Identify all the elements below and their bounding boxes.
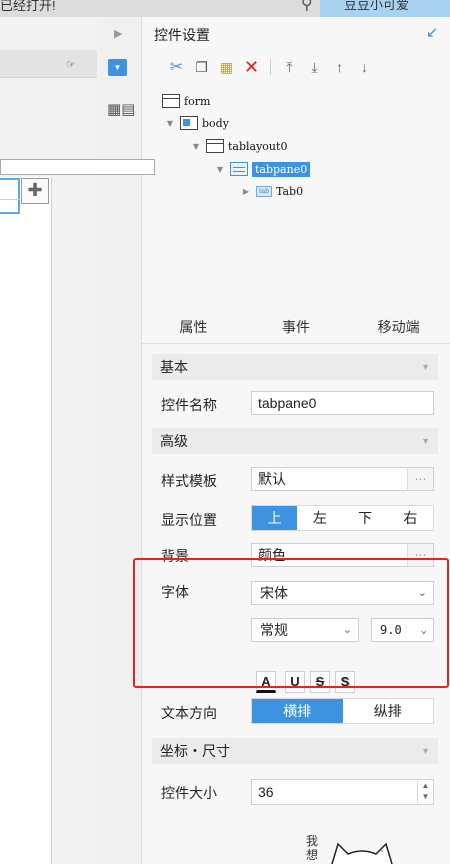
- toolbar-divider: [270, 59, 271, 75]
- stepper-arrows-icon[interactable]: ▲ ▼: [417, 780, 433, 804]
- user-button[interactable]: 豆豆小可爱: [320, 0, 450, 17]
- position-bottom-option[interactable]: 下: [343, 506, 388, 530]
- section-advanced[interactable]: 高级 ▼: [152, 428, 438, 454]
- search-icon[interactable]: ⚲: [301, 0, 313, 14]
- text-direction-label: 文本方向: [161, 705, 217, 721]
- flag-icon[interactable]: ☞: [66, 58, 76, 71]
- move-top-icon[interactable]: ⤒: [277, 59, 302, 76]
- add-tab-icon[interactable]: ✚: [21, 178, 49, 204]
- widget-size-spinner[interactable]: 36 ▲ ▼: [251, 779, 434, 805]
- tool-column: ▶ ▼ ▦▤: [97, 17, 142, 864]
- mascot-image: 我 想: [292, 832, 442, 864]
- section-basic[interactable]: 基本 ▼: [152, 354, 438, 380]
- expand-toggle-icon[interactable]: ▼: [214, 165, 226, 174]
- design-canvas: ☞ ✚: [0, 17, 155, 864]
- tab-events[interactable]: 事件: [245, 310, 348, 343]
- style-template-field[interactable]: 默认 ⋯: [251, 467, 434, 491]
- copy-icon[interactable]: ❐: [189, 59, 214, 76]
- paste-icon[interactable]: ▦: [214, 59, 239, 76]
- tree-node-tablayout[interactable]: ▼ tablayout0: [190, 136, 287, 156]
- tree-node-form[interactable]: form: [162, 91, 210, 111]
- mascot-text: 我 想: [306, 834, 319, 862]
- edit-toolbar: ✂ ❐ ▦ ✕ ⤒ ⤓ ↑ ↓: [164, 56, 377, 78]
- chevron-down-icon: ▼: [421, 746, 430, 756]
- collapse-icon[interactable]: ↙: [426, 23, 439, 41]
- tree-node-tab[interactable]: ▶ tab Tab0: [240, 181, 303, 201]
- position-right-option[interactable]: 右: [388, 506, 433, 530]
- move-up-icon[interactable]: ↑: [327, 59, 352, 75]
- canvas-header: [0, 50, 97, 78]
- cut-icon[interactable]: ✂: [164, 57, 189, 77]
- cell-divider: [0, 199, 20, 200]
- expand-toggle-icon[interactable]: ▼: [190, 142, 202, 151]
- position-top-option[interactable]: 上: [252, 506, 298, 530]
- tab-properties[interactable]: 属性: [142, 310, 245, 343]
- layout-icon[interactable]: ▦▤: [107, 100, 135, 120]
- widget-size-label: 控件大小: [161, 785, 217, 801]
- top-bar: 已经打开! ⚲ 豆豆小可爱: [0, 0, 450, 17]
- canvas-text-field[interactable]: [0, 159, 155, 175]
- tree-node-tabpane[interactable]: ▼ tabpane0: [214, 159, 311, 179]
- property-tabs: 属性 事件 移动端: [142, 310, 450, 344]
- settings-panel: 控件设置 ↙ ✂ ❐ ▦ ✕ ⤒ ⤓ ↑ ↓ form ▼ body ▼ tab…: [133, 17, 450, 864]
- display-position-label: 显示位置: [161, 512, 217, 528]
- widget-name-input[interactable]: tabpane0: [251, 391, 434, 415]
- widget-name-label: 控件名称: [161, 397, 217, 413]
- tab-cell[interactable]: [0, 178, 20, 214]
- open-status-text: 已经打开!: [0, 0, 56, 13]
- move-bottom-icon[interactable]: ⤓: [302, 59, 327, 76]
- tablayout-icon: [206, 139, 224, 153]
- text-direction-vertical[interactable]: 纵排: [343, 699, 434, 723]
- chevron-down-icon: ▼: [421, 436, 430, 446]
- more-icon[interactable]: ⋯: [407, 468, 433, 490]
- delete-icon[interactable]: ✕: [239, 57, 264, 78]
- text-direction-segmented: 横排 纵排: [251, 698, 434, 724]
- style-template-label: 样式模板: [161, 473, 217, 489]
- tabpane-icon: [230, 162, 248, 176]
- panel-title: 控件设置: [154, 27, 210, 43]
- tab-mobile[interactable]: 移动端: [347, 310, 450, 343]
- expand-toggle-icon[interactable]: ▼: [164, 119, 176, 128]
- form-icon: [162, 94, 180, 108]
- display-position-segmented: 上 左 下 右: [251, 505, 434, 531]
- chevron-down-icon: ▼: [421, 362, 430, 372]
- widget-settings-icon[interactable]: ▼: [108, 59, 127, 76]
- expand-toggle-icon[interactable]: ▶: [240, 187, 252, 196]
- tab-icon: tab: [256, 185, 272, 197]
- highlight-box: [133, 558, 449, 688]
- text-direction-horizontal[interactable]: 横排: [252, 699, 343, 723]
- expand-arrow-icon[interactable]: ▶: [114, 27, 122, 40]
- body-icon: [180, 116, 198, 130]
- position-left-option[interactable]: 左: [297, 506, 342, 530]
- tree-node-body[interactable]: ▼ body: [164, 113, 229, 133]
- section-coordinates[interactable]: 坐标・尺寸 ▼: [152, 738, 438, 764]
- move-down-icon[interactable]: ↓: [352, 59, 377, 75]
- canvas-workarea[interactable]: [0, 177, 52, 864]
